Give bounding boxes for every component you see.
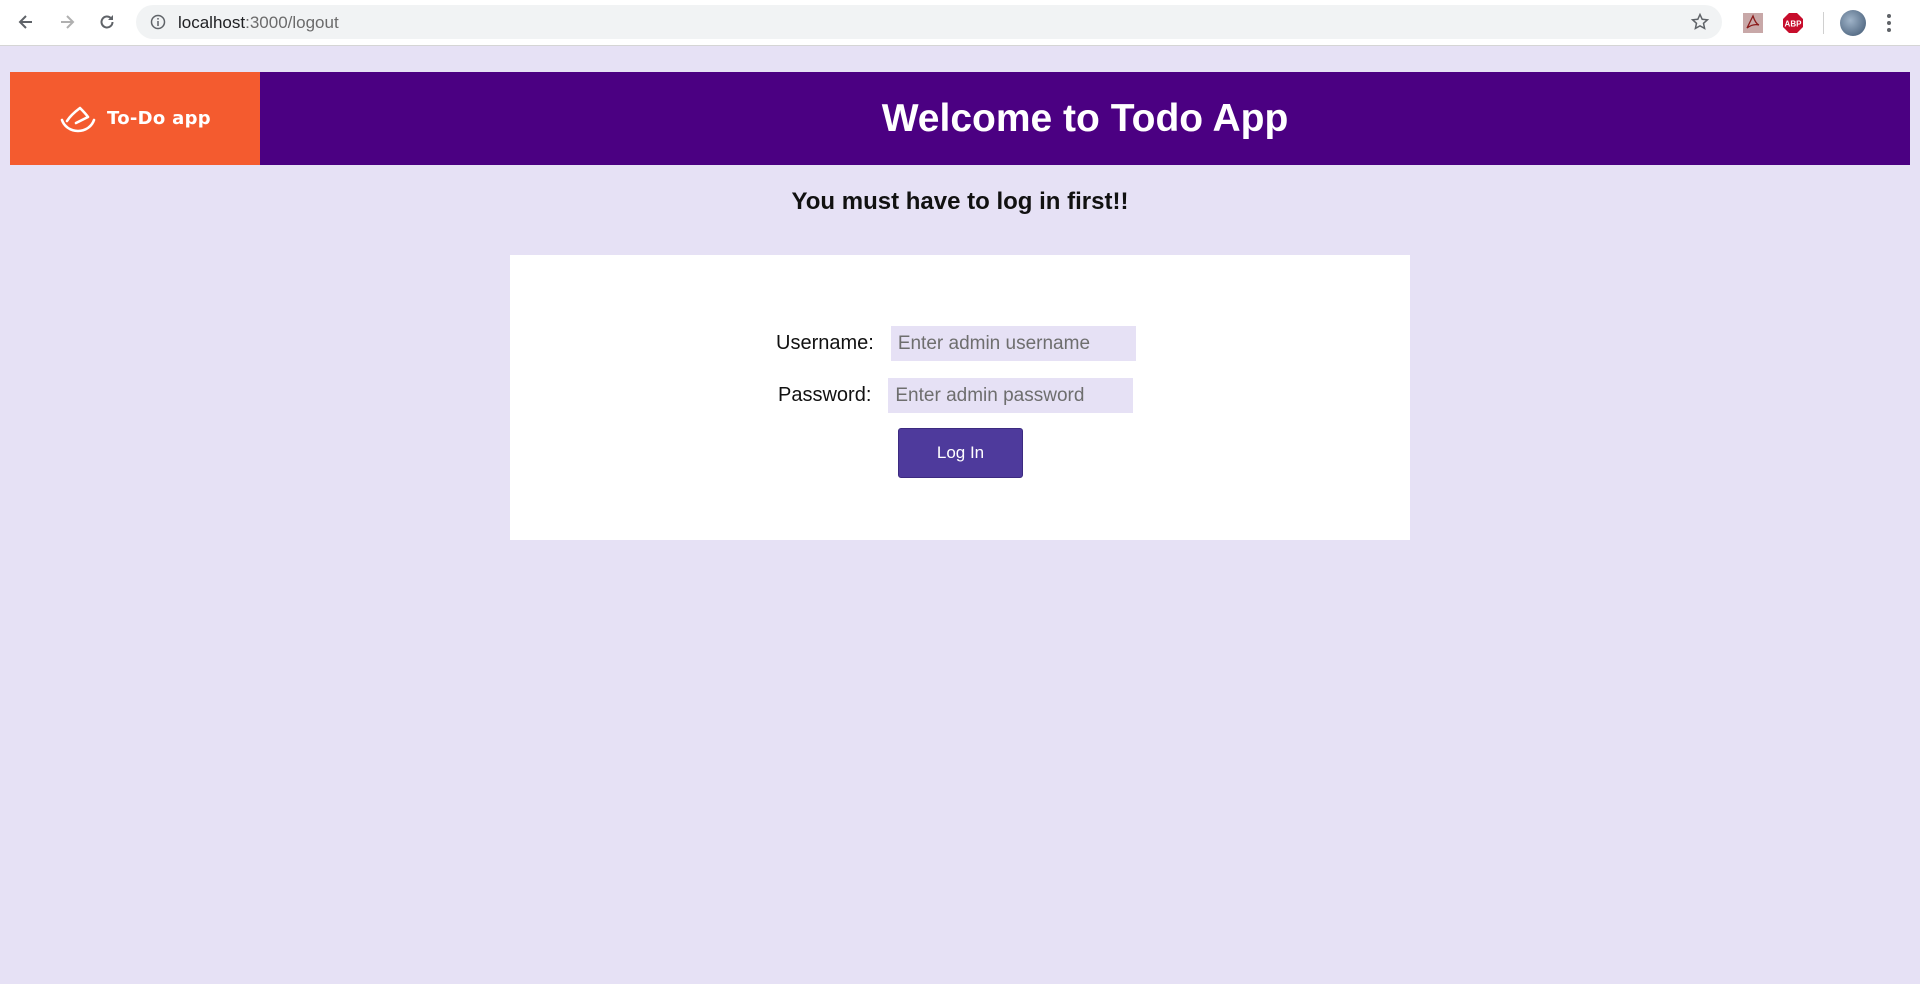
pdf-extension-icon[interactable] (1742, 12, 1764, 34)
info-icon[interactable] (150, 14, 166, 30)
profile-avatar[interactable] (1840, 10, 1866, 36)
password-label: Password: (778, 384, 872, 406)
toolbar-divider (1823, 12, 1824, 34)
url-text[interactable]: localhost:3000/logout (178, 13, 339, 33)
browser-toolbar: localhost:3000/logout ABP (0, 0, 1920, 46)
password-row: Password: (778, 378, 1134, 413)
login-required-message: You must have to log in first!! (791, 188, 1129, 215)
back-arrow-icon[interactable] (14, 10, 38, 34)
username-input[interactable] (890, 326, 1136, 361)
username-label: Username: (776, 332, 874, 354)
todo-logo-icon (60, 106, 96, 132)
address-bar[interactable]: localhost:3000/logout (136, 5, 1722, 39)
logo[interactable]: To-Do app (10, 72, 260, 165)
password-input[interactable] (888, 378, 1134, 413)
login-card: Username: Password: Log In (510, 255, 1410, 540)
kebab-menu-icon[interactable] (1886, 12, 1892, 34)
forward-arrow-icon[interactable] (55, 10, 79, 34)
svg-text:ABP: ABP (1785, 20, 1803, 29)
username-row: Username: (776, 326, 1136, 361)
reload-icon[interactable] (95, 10, 119, 34)
login-button[interactable]: Log In (898, 428, 1023, 478)
app-header: To-Do app Welcome to Todo App (10, 72, 1910, 165)
bookmark-star-icon[interactable] (1690, 12, 1710, 32)
page-title: Welcome to Todo App (881, 96, 1289, 140)
logo-text: To-Do app (107, 108, 211, 129)
adblock-extension-icon[interactable]: ABP (1782, 12, 1804, 34)
